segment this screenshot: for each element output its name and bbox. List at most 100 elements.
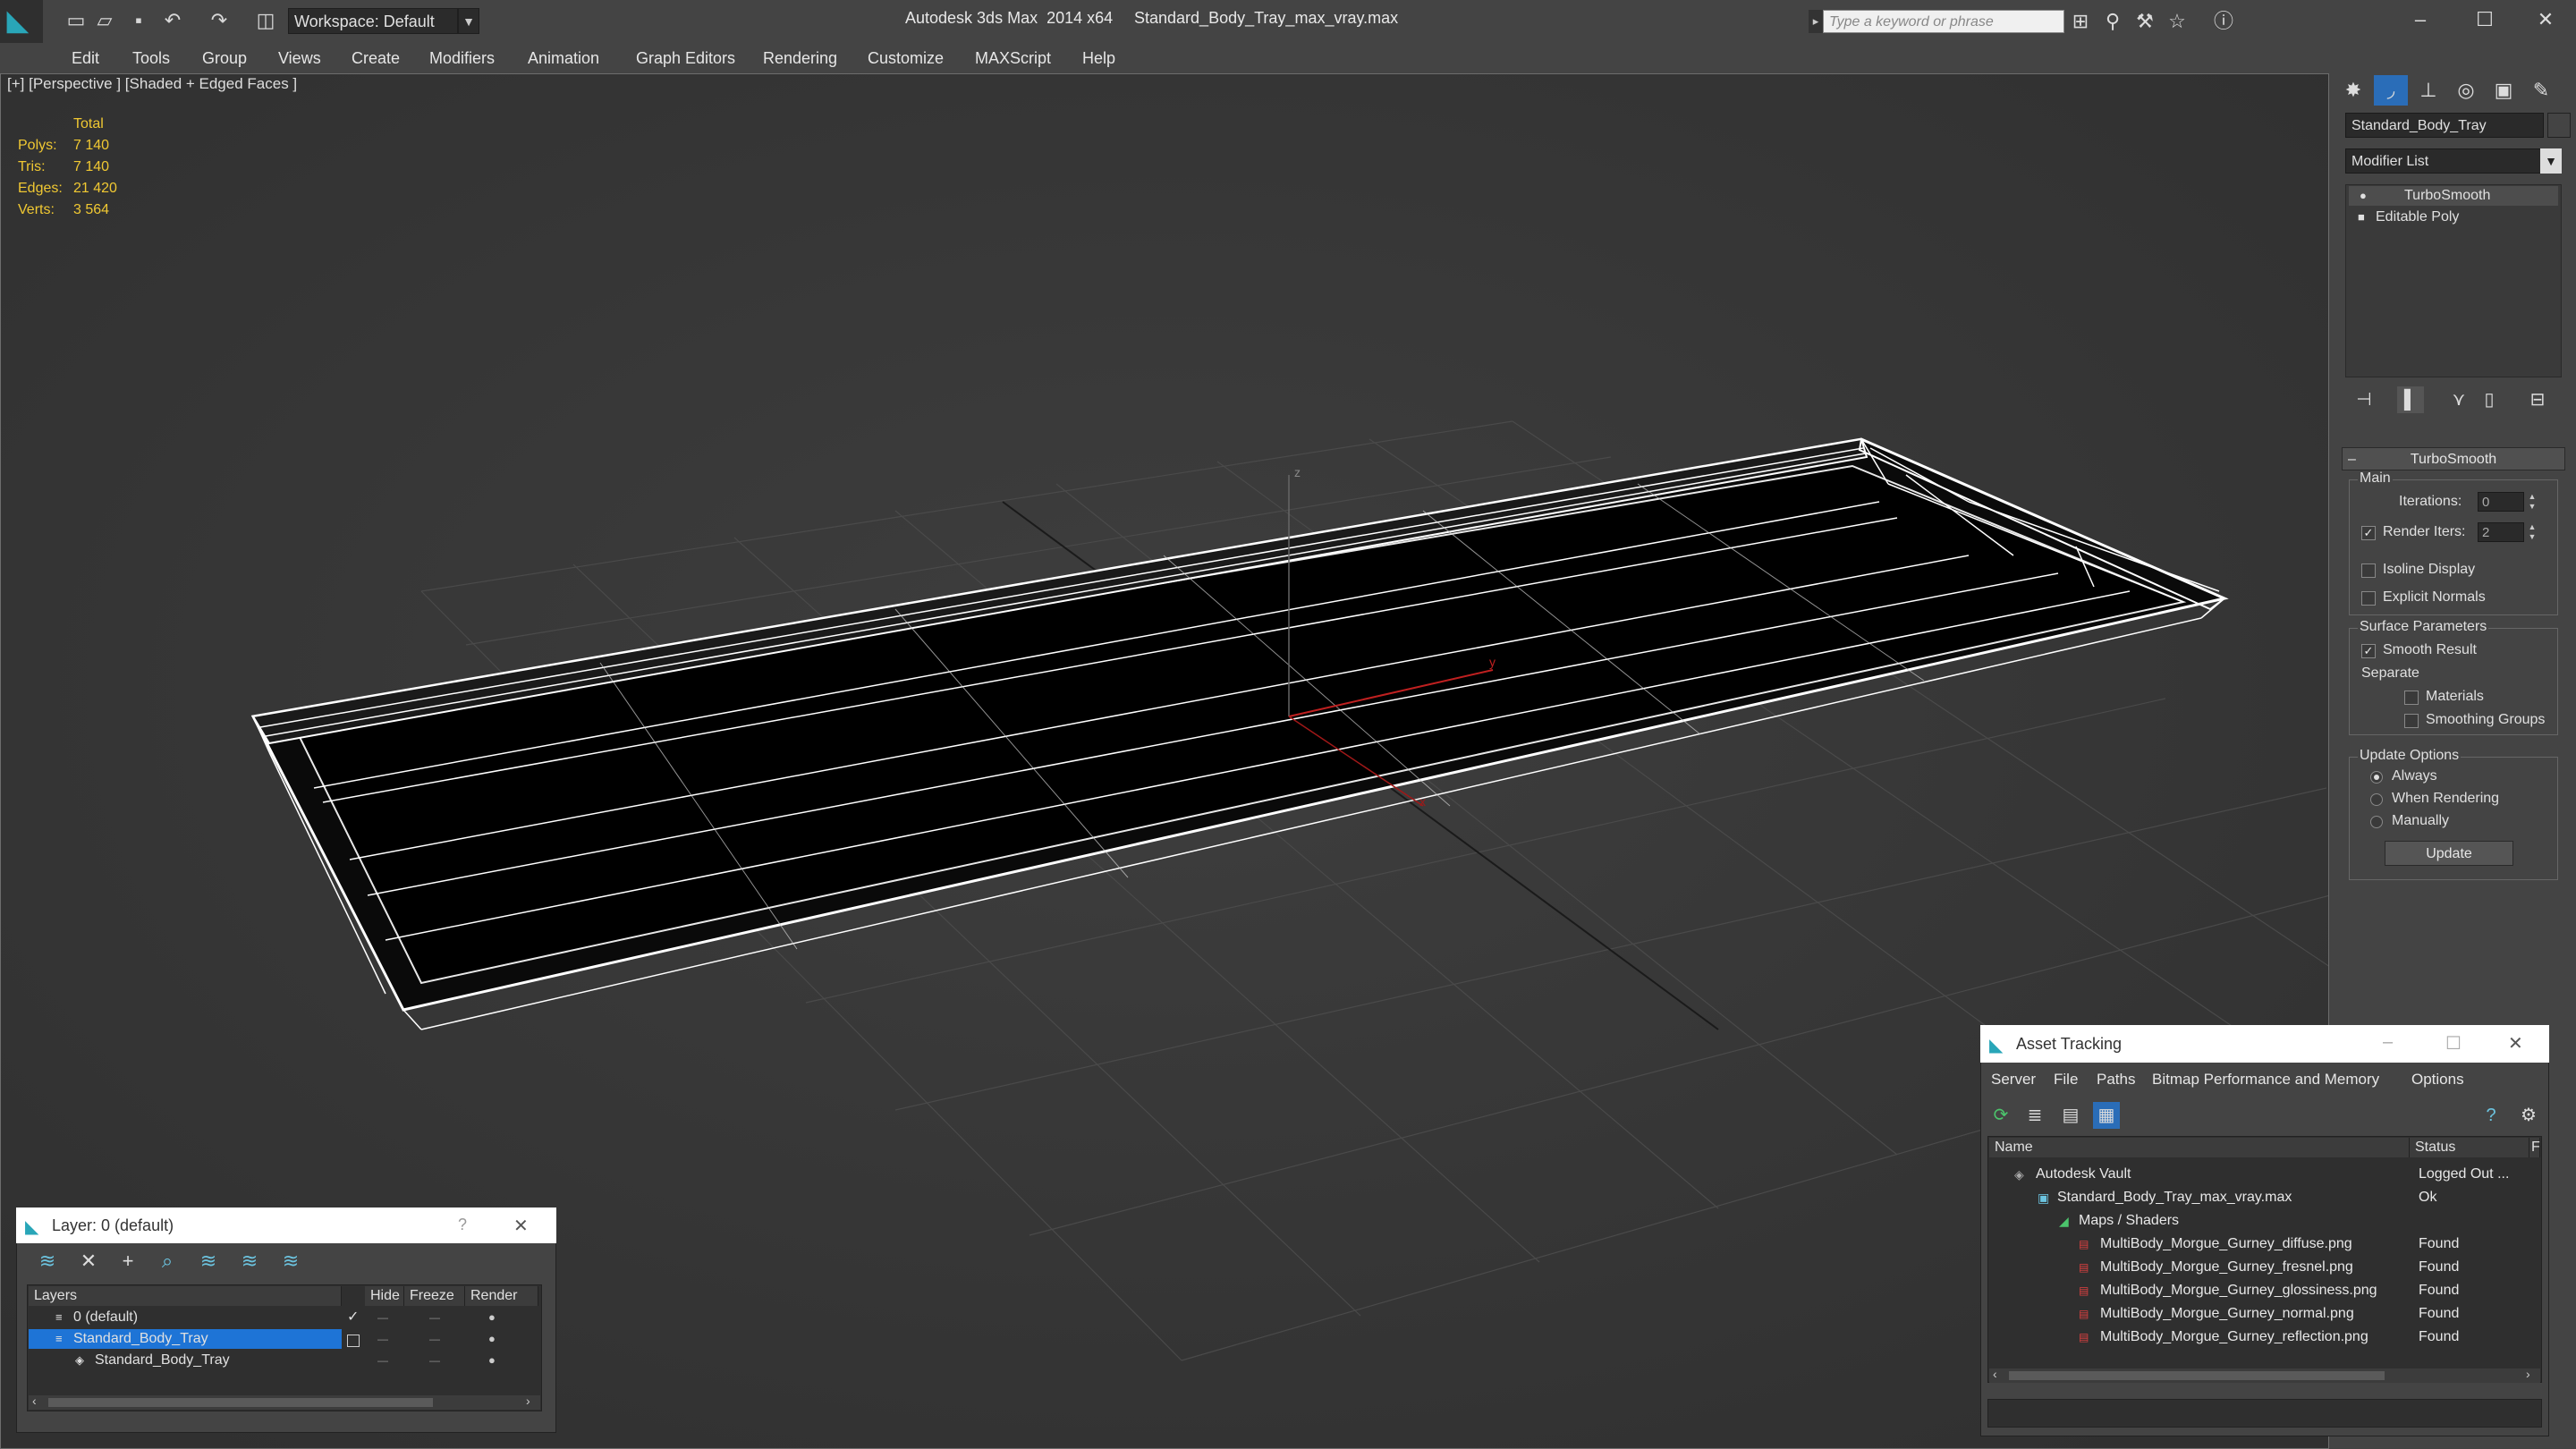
refresh-icon[interactable]: ⟳ (1987, 1102, 2014, 1129)
redo-icon[interactable]: ↷ (208, 9, 231, 32)
asset-menu-paths[interactable]: Paths (2097, 1066, 2135, 1093)
column-freeze[interactable]: Freeze (404, 1286, 465, 1306)
asset-row-maps[interactable]: ◢ Maps / Shaders (1989, 1209, 2540, 1233)
stack-item-editable-poly[interactable]: ■ Editable Poly (2349, 208, 2558, 227)
explicit-normals-checkbox[interactable] (2361, 591, 2376, 606)
configure-sets-icon[interactable]: ⊟ (2524, 386, 2551, 413)
asset-path-field[interactable] (1987, 1399, 2542, 1428)
hide-all-layers-icon[interactable]: ≋ (236, 1249, 263, 1274)
menu-views[interactable]: Views (278, 43, 321, 73)
column-f[interactable]: F (2529, 1138, 2540, 1157)
menu-customize[interactable]: Customize (868, 43, 944, 73)
freeze-toggle[interactable]: — (429, 1329, 440, 1349)
asset-row-texture[interactable]: ▤ MultiBody_Morgue_Gurney_diffuse.png Fo… (1989, 1233, 2540, 1256)
layer-row-standard-body-tray[interactable]: ≡ Standard_Body_Tray (29, 1329, 342, 1349)
search-expand-icon[interactable]: ▸ (1809, 10, 1823, 33)
layer-horizontal-scrollbar[interactable]: ‹ › (29, 1394, 540, 1410)
render-iters-spinner[interactable]: 2 (2478, 522, 2524, 542)
scroll-left-icon[interactable]: ‹ (1993, 1367, 1997, 1381)
add-to-layer-icon[interactable]: + (114, 1249, 141, 1274)
render-teapot-icon[interactable]: ● (488, 1351, 496, 1370)
freeze-all-layers-icon[interactable]: ≋ (277, 1249, 304, 1274)
freeze-toggle[interactable]: — (429, 1308, 440, 1327)
update-button[interactable]: Update (2385, 841, 2513, 866)
render-teapot-icon[interactable]: ● (488, 1329, 496, 1349)
motion-tab-icon[interactable]: ◎ (2449, 75, 2483, 106)
table-view-icon[interactable]: ▤ (2057, 1102, 2084, 1129)
spinner-arrows-icon[interactable]: ▲ ▼ (2526, 492, 2538, 512)
menu-rendering[interactable]: Rendering (763, 43, 837, 73)
turbosmooth-rollout-header[interactable]: – TurboSmooth (2342, 447, 2565, 470)
create-tab-icon[interactable]: ✸ (2336, 75, 2370, 106)
list-view-icon[interactable]: ≣ (2021, 1102, 2048, 1129)
pin-stack-icon[interactable]: ⊣ (2351, 386, 2377, 413)
asset-menu-bitmap-performance[interactable]: Bitmap Performance and Memory (2152, 1066, 2379, 1093)
scroll-left-icon[interactable]: ‹ (32, 1394, 37, 1408)
asset-row-max-file[interactable]: ▣ Standard_Body_Tray_max_vray.max Ok (1989, 1186, 2540, 1209)
hierarchy-tab-icon[interactable]: ⊥ (2411, 75, 2445, 106)
save-file-icon[interactable]: ▪ (127, 9, 150, 32)
chevron-down-icon[interactable]: ▼ (458, 8, 479, 34)
asset-row-texture[interactable]: ▤ MultiBody_Morgue_Gurney_fresnel.png Fo… (1989, 1256, 2540, 1279)
iterations-spinner[interactable]: 0 (2478, 492, 2524, 512)
hide-toggle[interactable]: — (377, 1351, 388, 1370)
column-name[interactable]: Name (1989, 1138, 2410, 1157)
expand-icon[interactable]: ■ (2358, 208, 2365, 227)
maximize-icon[interactable]: ☐ (2458, 4, 2512, 36)
menu-maxscript[interactable]: MAXScript (975, 43, 1051, 73)
smooth-result-checkbox[interactable]: ✓ (2361, 644, 2376, 658)
menu-edit[interactable]: Edit (72, 43, 99, 73)
minimize-icon[interactable]: – (2383, 1032, 2393, 1053)
scroll-thumb[interactable] (2009, 1371, 2385, 1380)
modifier-list-dropdown[interactable]: Modifier List (2345, 148, 2562, 174)
asset-row-vault[interactable]: ◈ Autodesk Vault Logged Out ... (1989, 1163, 2540, 1186)
column-status[interactable]: Status (2410, 1138, 2529, 1157)
asset-menu-server[interactable]: Server (1991, 1066, 2036, 1093)
freeze-toggle[interactable]: — (429, 1351, 440, 1370)
asset-horizontal-scrollbar[interactable]: ‹ › (1989, 1367, 2540, 1383)
scroll-right-icon[interactable]: › (2526, 1367, 2530, 1381)
isoline-display-checkbox[interactable] (2361, 564, 2376, 578)
key-icon[interactable]: ⚲ (2100, 9, 2125, 34)
asset-row-texture[interactable]: ▤ MultiBody_Morgue_Gurney_glossiness.png… (1989, 1279, 2540, 1302)
menu-graph-editors[interactable]: Graph Editors (636, 43, 735, 73)
open-file-icon[interactable]: ▱ (93, 9, 116, 32)
asset-tracking-titlebar[interactable]: ◣ Asset Tracking – ☐ ✕ (1980, 1025, 2549, 1063)
modify-tab-icon[interactable]: ◞ (2374, 75, 2408, 106)
spinner-arrows-icon[interactable]: ▲ ▼ (2526, 522, 2538, 542)
hide-toggle[interactable]: — (377, 1308, 388, 1327)
viewport-label[interactable]: [+] [Perspective ] [Shaded + Edged Faces… (7, 75, 297, 93)
subscription-icon[interactable]: ⚒ (2132, 9, 2157, 34)
manually-radio[interactable] (2370, 816, 2383, 828)
project-folder-icon[interactable]: ◫ (254, 9, 277, 32)
asset-menu-file[interactable]: File (2054, 1066, 2078, 1093)
workspace-dropdown[interactable]: Workspace: Default (288, 8, 458, 34)
column-layers[interactable]: Layers (29, 1286, 342, 1306)
menu-group[interactable]: Group (202, 43, 247, 73)
render-iters-checkbox[interactable]: ✓ (2361, 526, 2376, 540)
close-icon[interactable]: ✕ (513, 1215, 529, 1237)
lightbulb-icon[interactable]: ● (2360, 186, 2367, 206)
asset-row-texture[interactable]: ▤ MultiBody_Morgue_Gurney_normal.png Fou… (1989, 1302, 2540, 1326)
help-icon[interactable]: ? (458, 1216, 467, 1234)
menu-help[interactable]: Help (1082, 43, 1115, 73)
favorites-star-icon[interactable]: ☆ (2165, 9, 2190, 34)
new-file-icon[interactable]: ▭ (64, 9, 88, 32)
menu-tools[interactable]: Tools (132, 43, 170, 73)
search-input[interactable]: Type a keyword or phrase (1823, 10, 2064, 33)
display-tab-icon[interactable]: ▣ (2487, 75, 2521, 106)
close-icon[interactable]: ✕ (2508, 1032, 2523, 1055)
active-layer-check-icon[interactable]: ✓ (347, 1308, 359, 1327)
utilities-tab-icon[interactable]: ✎ (2524, 75, 2558, 106)
show-end-result-icon[interactable]: ▌ (2397, 386, 2424, 413)
object-color-swatch[interactable] (2547, 113, 2571, 138)
settings-icon[interactable]: ⚙ (2515, 1102, 2542, 1129)
binoculars-icon[interactable]: ⊞ (2068, 9, 2093, 34)
menu-modifiers[interactable]: Modifiers (429, 43, 495, 73)
layer-row-default[interactable]: ≡ 0 (default) ✓ — — ● (29, 1308, 538, 1327)
grid-view-icon[interactable]: ▦ (2093, 1102, 2120, 1129)
help-icon[interactable]: ⓘ (2211, 9, 2236, 34)
column-hide[interactable]: Hide (365, 1286, 404, 1306)
stack-item-turbosmooth[interactable]: ● TurboSmooth (2349, 186, 2558, 206)
layer-dialog-titlebar[interactable]: ◣ Layer: 0 (default) ? ✕ (16, 1208, 556, 1243)
